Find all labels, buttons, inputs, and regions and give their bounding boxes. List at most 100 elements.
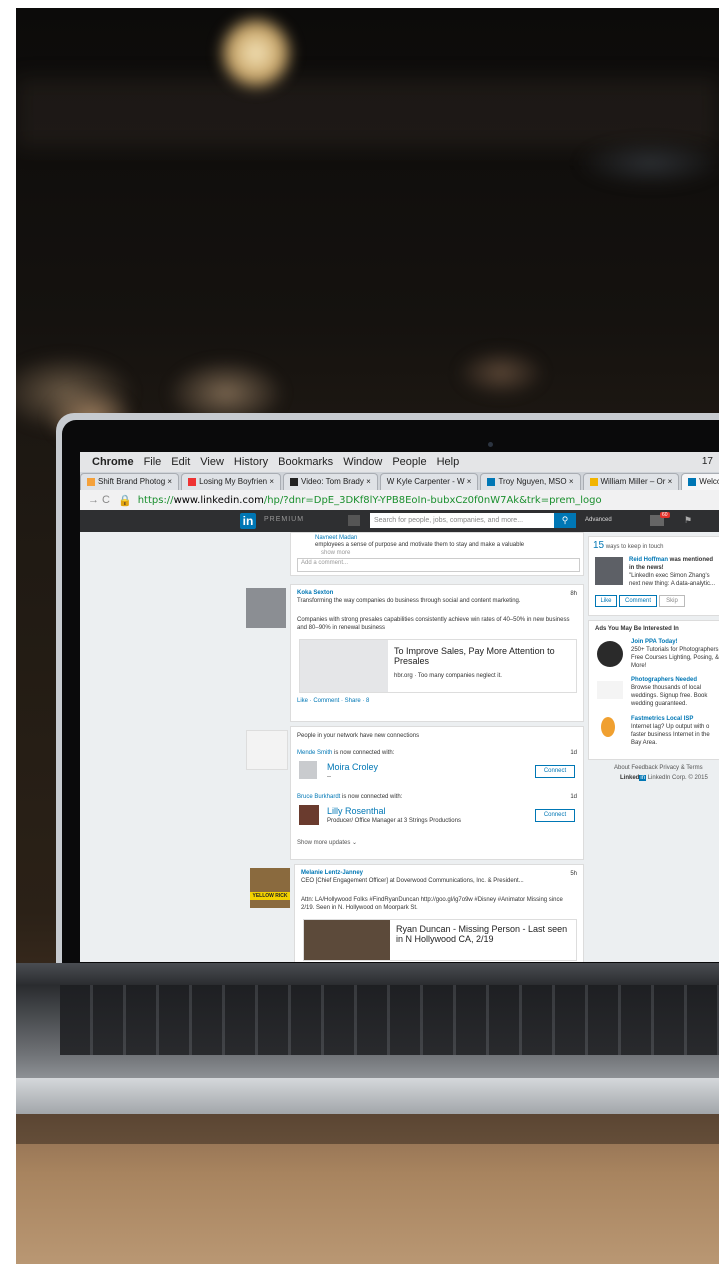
update-time: 1d xyxy=(570,750,577,756)
camera-icon xyxy=(488,442,493,447)
status-icons: 17 xyxy=(701,456,713,467)
connection-sub: Producer/ Office Manager at 3 Strings Pr… xyxy=(327,818,461,824)
search-input[interactable]: Search for people, jobs, companies, and … xyxy=(370,513,554,528)
ads-header: Ads You May Be Interested In xyxy=(595,626,679,632)
laptop-edge xyxy=(16,1078,719,1114)
advanced-link[interactable]: Advanced xyxy=(585,517,612,523)
messages-badge: 60 xyxy=(660,512,670,518)
menu-view[interactable]: View xyxy=(200,456,224,468)
linkedin-topbar: in PREMIUM Search for people, jobs, comp… xyxy=(80,510,719,532)
likes-count: 8 xyxy=(366,698,370,704)
ad-title[interactable]: Fastmetrics Local ISP xyxy=(631,716,693,722)
link-title: Ryan Duncan - Missing Person - Last seen… xyxy=(396,924,568,944)
ad-title[interactable]: Photographers Needed xyxy=(631,677,697,683)
url-field[interactable]: https://www.linkedin.com/hp/?dnr=DpE_3DK… xyxy=(138,495,602,506)
menu-window[interactable]: Window xyxy=(343,456,382,468)
bokeh-light xyxy=(216,13,296,93)
ad-body: 250+ Tutorials for Photographers! Free C… xyxy=(631,647,719,669)
avatar[interactable] xyxy=(595,557,623,585)
network-updates: People in your network have new connecti… xyxy=(290,726,584,860)
connection-name[interactable]: Moira Croley xyxy=(327,762,378,772)
tab-video[interactable]: Video: Tom Brady × xyxy=(283,473,378,490)
post-author[interactable]: Koka Sexton xyxy=(297,590,333,596)
keep-in-touch: 15 ways to keep in touch Reid Hoffman wa… xyxy=(588,536,719,616)
menu-help[interactable]: Help xyxy=(437,456,460,468)
laptop-screen: Chrome File Edit View History Bookmarks … xyxy=(80,452,719,962)
tab-shift-brand[interactable]: Shift Brand Photog × xyxy=(80,473,180,490)
like-button[interactable]: Like xyxy=(595,595,617,607)
author-headline: Transforming the way companies do busine… xyxy=(297,598,521,604)
tab-william[interactable]: William Miller – Or × xyxy=(582,473,680,490)
tab-strip: Shift Brand Photog × Losing My Boyfrien … xyxy=(80,472,719,490)
connection-sub: -- xyxy=(327,774,331,780)
connect-button[interactable]: Connect xyxy=(535,809,575,822)
lock-icon: 🔒 xyxy=(118,494,132,507)
post-author[interactable]: Melanie Lentz-Janney xyxy=(301,870,363,876)
connect-button[interactable]: Connect xyxy=(535,765,575,778)
linkedin-favicon-icon xyxy=(688,477,697,486)
post-text: employees a sense of purpose and motivat… xyxy=(315,542,525,548)
favicon-icon xyxy=(87,477,95,486)
back-forward-reload-icon[interactable]: → C xyxy=(88,494,110,506)
avatar[interactable] xyxy=(299,805,319,825)
menu-history[interactable]: History xyxy=(234,456,268,468)
link-preview[interactable]: To Improve Sales, Pay More Attention to … xyxy=(299,639,577,693)
comment-button[interactable]: Comment xyxy=(619,595,657,607)
show-more-updates[interactable]: Show more updates ⌄ xyxy=(297,839,357,847)
menu-icon[interactable] xyxy=(348,515,360,526)
menu-app-name[interactable]: Chrome xyxy=(92,456,134,468)
post-actions[interactable]: Like · Comment · Share · 8 xyxy=(297,697,369,705)
tab-kyle[interactable]: W Kyle Carpenter - W × xyxy=(379,473,479,490)
menu-edit[interactable]: Edit xyxy=(171,456,190,468)
comment-input[interactable]: Add a comment... xyxy=(297,558,580,572)
premium-label: PREMIUM xyxy=(264,516,305,523)
bokeh-light xyxy=(576,138,719,188)
linkedin-page: Navneet Madan employees a sense of purpo… xyxy=(80,532,719,962)
menu-bookmarks[interactable]: Bookmarks xyxy=(278,456,333,468)
window-glare xyxy=(16,78,719,148)
link-source: hbr.org · Too many companies neglect it. xyxy=(394,673,502,679)
wedding-logo-icon[interactable] xyxy=(597,681,623,699)
connection-name[interactable]: Lilly Rosenthal xyxy=(327,806,386,816)
favicon-icon xyxy=(290,477,298,486)
address-bar: → C 🔒 https://www.linkedin.com/hp/?dnr=D… xyxy=(80,490,719,511)
reid-name[interactable]: Reid Hoffman xyxy=(629,557,668,563)
avatar[interactable]: YELLOW RICK xyxy=(250,868,290,908)
news-quote: "LinkedIn exec Simon Zhang's next new th… xyxy=(629,573,716,587)
avatar[interactable] xyxy=(299,761,317,779)
connection-actor[interactable]: Bruce Burkhardt xyxy=(297,794,340,800)
bokeh-light xyxy=(456,348,546,398)
mac-menu-bar: Chrome File Edit View History Bookmarks … xyxy=(80,452,719,472)
feed-post-partial: Navneet Madan employees a sense of purpo… xyxy=(290,532,584,576)
location-pin-icon[interactable] xyxy=(601,717,615,737)
skip-button[interactable]: Skip xyxy=(659,595,685,607)
connection-actor[interactable]: Mende Smith xyxy=(297,750,332,756)
post-time: 8h xyxy=(570,591,577,597)
post-body: Companies with strong presales capabilit… xyxy=(297,617,570,631)
ad-body: Internet lag? Up output with o faster bu… xyxy=(631,724,710,746)
table-shadow xyxy=(16,1114,719,1144)
search-button[interactable]: ⚲ xyxy=(554,513,576,528)
post-body: Attn: LA/Hollywood Folks #FindRyanDuncan… xyxy=(301,897,563,911)
menu-people[interactable]: People xyxy=(392,456,426,468)
link-preview[interactable]: Ryan Duncan - Missing Person - Last seen… xyxy=(303,919,577,961)
post-time: 5h xyxy=(570,871,577,877)
show-more-link[interactable]: show more xyxy=(321,549,350,557)
linkedin-logo[interactable]: in xyxy=(240,513,256,529)
tab-losing[interactable]: Losing My Boyfrien × xyxy=(181,473,281,490)
ad-body: Browse thousands of local weddings. Sign… xyxy=(631,685,708,707)
menu-file[interactable]: File xyxy=(144,456,162,468)
feed-post-melanie: Melanie Lentz-Janney 5h CEO [Chief Engag… xyxy=(294,864,584,962)
camera-lens-icon[interactable] xyxy=(597,641,623,667)
flag-icon[interactable]: ⚑ xyxy=(684,515,692,526)
favicon-icon xyxy=(589,477,598,486)
keyboard xyxy=(60,985,719,1055)
tab-welcome[interactable]: Welcome! | Li xyxy=(681,473,719,490)
article-thumbnail-icon xyxy=(304,920,390,960)
tab-troy[interactable]: Troy Nguyen, MSO × xyxy=(480,473,581,490)
author-headline: CEO [Chief Engagement Officer] at Doverw… xyxy=(301,878,524,884)
footer-links[interactable]: About Feedback Privacy & Terms xyxy=(614,764,703,772)
favicon-icon xyxy=(188,477,197,486)
ad-title[interactable]: Join PPA Today! xyxy=(631,639,678,645)
avatar[interactable] xyxy=(246,588,286,628)
